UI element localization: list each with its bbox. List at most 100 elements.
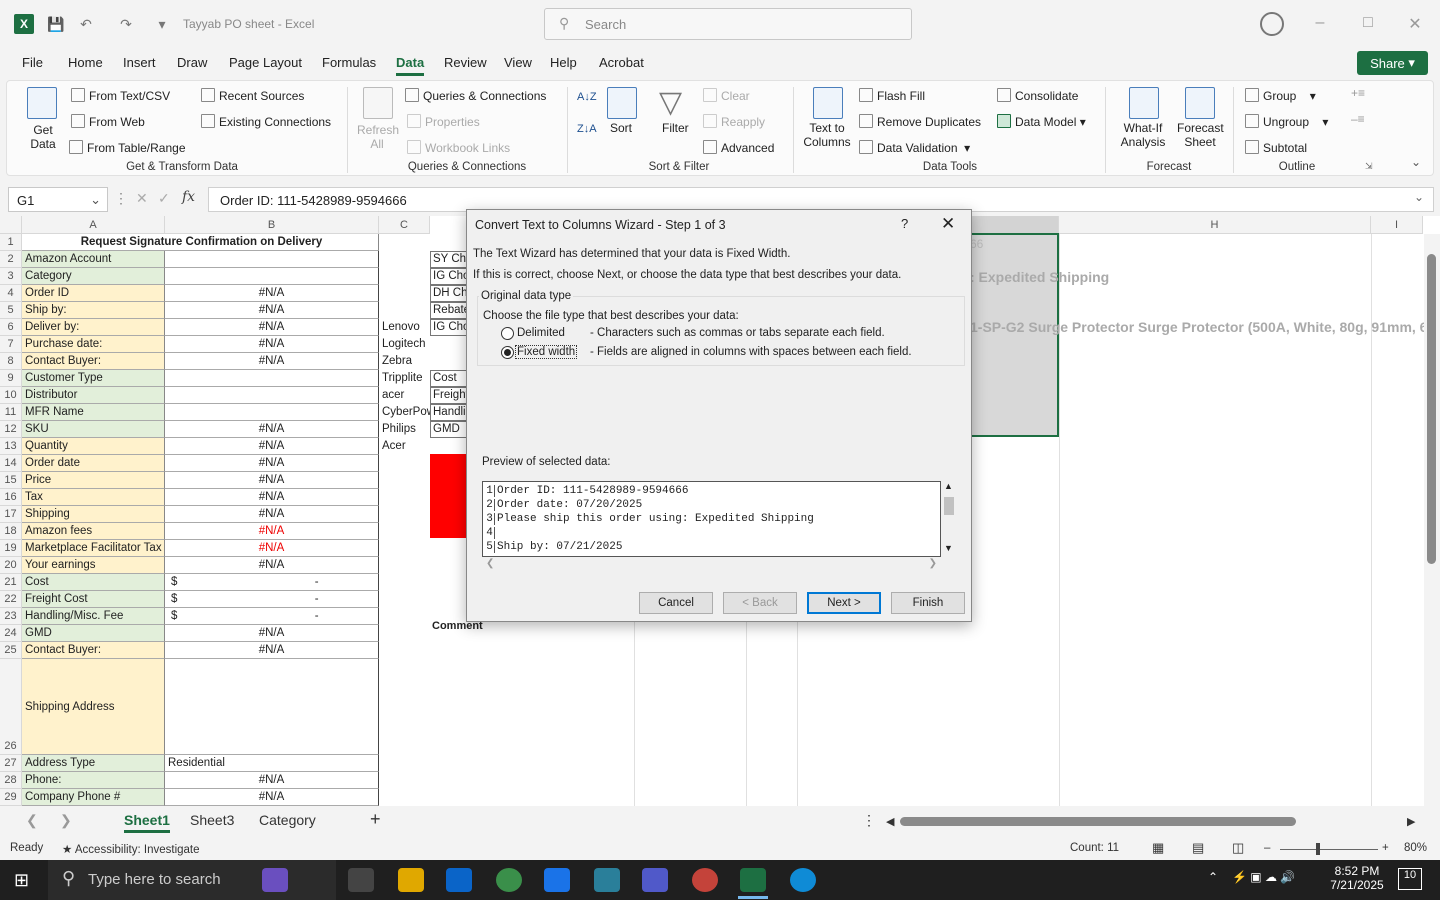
menu-review[interactable]: Review [444,55,487,70]
account-avatar-icon[interactable] [1260,12,1284,36]
row-header[interactable]: 19 [0,540,22,557]
cell-b-value[interactable]: #N/A [165,336,379,353]
row-header[interactable]: 26 [0,659,22,755]
data-preview[interactable]: 1 Order ID: 111-5428989-9594666 2 Order da… [482,481,941,557]
cell-a-label[interactable]: Ship by: [22,302,165,319]
cell-a-label[interactable]: Purchase date: [22,336,165,353]
cell-d-value[interactable]: Freight [430,387,470,404]
cell-b-value[interactable] [165,387,379,404]
forecast-sheet-button[interactable]: Forecast Sheet [1177,121,1224,149]
cell-a-label[interactable]: Your earnings [22,557,165,574]
select-all-corner[interactable] [0,216,22,234]
next-sheet-icon[interactable]: ❯ [60,812,72,829]
cell-c-value[interactable]: Lenovo [380,319,430,336]
next-button[interactable]: Next > [807,592,881,614]
cell-a-label[interactable]: Quantity [22,438,165,455]
from-table-button[interactable]: From Table/Range [69,140,186,155]
scroll-down-icon[interactable]: ▼ [944,543,953,553]
confirm-entry-icon[interactable]: ✓ [158,190,170,207]
cell-a-label[interactable]: Shipping [22,506,165,523]
clear-button[interactable]: Clear [703,88,750,103]
row-header[interactable]: 22 [0,591,22,608]
from-web-button[interactable]: From Web [71,114,145,129]
cell-d-value[interactable]: Cost [430,370,470,387]
cell-a-label[interactable]: SKU [22,421,165,438]
tray-icons[interactable]: ⚡ ▣ ☁ 🔊 [1232,870,1295,884]
cell-b-value[interactable] [165,370,379,387]
row-header[interactable]: 17 [0,506,22,523]
cell-a-label[interactable]: Shipping Address [22,659,165,755]
horizontal-scroll-thumb[interactable] [900,817,1296,826]
teams-icon[interactable] [642,868,668,892]
what-if-analysis-button[interactable]: What-If Analysis [1113,121,1173,149]
cell-a-label[interactable]: Deliver by: [22,319,165,336]
row-header[interactable]: 3 [0,268,22,285]
cell-c-value[interactable]: acer [380,387,430,404]
cell-a-label[interactable]: Distributor [22,387,165,404]
scroll-right-icon[interactable]: ❯ [929,558,937,569]
column-header-b[interactable]: B [165,216,379,234]
get-data-button[interactable]: Get Data [23,123,63,151]
cell-d-value[interactable]: DH Choice [430,285,470,302]
cell-b-value[interactable]: #N/A [165,789,379,806]
cell-b-value[interactable]: #N/A [165,642,379,659]
cell-b-value[interactable]: #N/A [165,489,379,506]
zoom-slider-thumb[interactable] [1316,843,1320,855]
zoom-in-icon[interactable]: + [1382,842,1389,854]
chrome-icon[interactable] [496,868,522,892]
cell-a-label[interactable]: Order ID [22,285,165,302]
cell-b-value[interactable]: #N/A [165,421,379,438]
name-box[interactable]: G1 ⌄ [8,187,108,212]
row-header[interactable]: 25 [0,642,22,659]
menu-formulas[interactable]: Formulas [322,55,376,70]
from-text-csv-button[interactable]: From Text/CSV [71,88,170,103]
cell-b-value[interactable]: #N/A [165,557,379,574]
cell-b-value[interactable]: #N/A [165,472,379,489]
subtotal-button[interactable]: Subtotal [1245,140,1307,155]
cancel-button[interactable]: Cancel [639,592,713,614]
data-validation-button[interactable]: Data Validation ▾ [859,140,970,155]
cell-d-value[interactable]: IG Choice [430,268,470,285]
cell-d-value[interactable]: IG Choice [430,319,470,336]
cell-a-label[interactable]: Customer Type [22,370,165,387]
outlook-icon[interactable] [446,868,472,892]
cell-a-label[interactable]: Contact Buyer: [22,353,165,370]
menu-data[interactable]: Data [396,55,424,70]
fixed-width-label[interactable]: Fixed width [515,345,578,359]
column-header-a[interactable]: A [22,216,165,234]
add-sheet-icon[interactable]: + [370,809,381,830]
cell-b-value[interactable] [165,404,379,421]
cell-c-value[interactable]: Tripplite [380,370,430,387]
zoom-app-icon[interactable] [544,868,570,892]
cell-a-label[interactable]: Phone: [22,772,165,789]
ungroup-button[interactable]: Ungroup ▾ [1245,114,1328,129]
row-header[interactable]: 20 [0,557,22,574]
accessibility-button[interactable]: ★ Accessibility: Investigate [62,842,200,856]
cancel-entry-icon[interactable]: ✕ [136,190,148,207]
cell-b-value[interactable]: #N/A [165,438,379,455]
menu-page-layout[interactable]: Page Layout [229,55,302,70]
name-box-dropdown-icon[interactable]: ⌄ [90,192,101,208]
row-header[interactable]: 28 [0,772,22,789]
workbook-links-button[interactable]: Workbook Links [407,140,510,155]
menu-draw[interactable]: Draw [177,55,207,70]
cell-a-label[interactable]: Company Phone # [22,789,165,806]
cell-b-value[interactable]: #N/A [165,523,379,540]
dialog-close-icon[interactable]: ✕ [941,214,955,234]
cell-d-value[interactable]: Handling [430,404,470,421]
menu-view[interactable]: View [504,55,532,70]
search-box[interactable]: ⚲ Search [544,8,912,40]
cell-b-value[interactable] [165,268,379,285]
cell-b-value[interactable]: #N/A [165,540,379,557]
cell-b-value[interactable]: #N/A [165,625,379,642]
zoom-slider[interactable] [1280,849,1378,850]
cell-b-value[interactable]: #N/A [165,455,379,472]
collapse-ribbon-icon[interactable]: ⌄ [1411,155,1421,169]
show-hidden-icons-icon[interactable]: ⌃ [1208,870,1218,884]
menu-acrobat[interactable]: Acrobat [599,55,644,70]
group-button[interactable]: Group ▾ [1245,88,1316,103]
cell-d-value[interactable]: GMD [430,421,470,438]
zoom-level[interactable]: 80% [1404,842,1427,854]
recent-sources-button[interactable]: Recent Sources [201,88,304,103]
windows-start-icon[interactable]: ⊞ [14,870,29,891]
